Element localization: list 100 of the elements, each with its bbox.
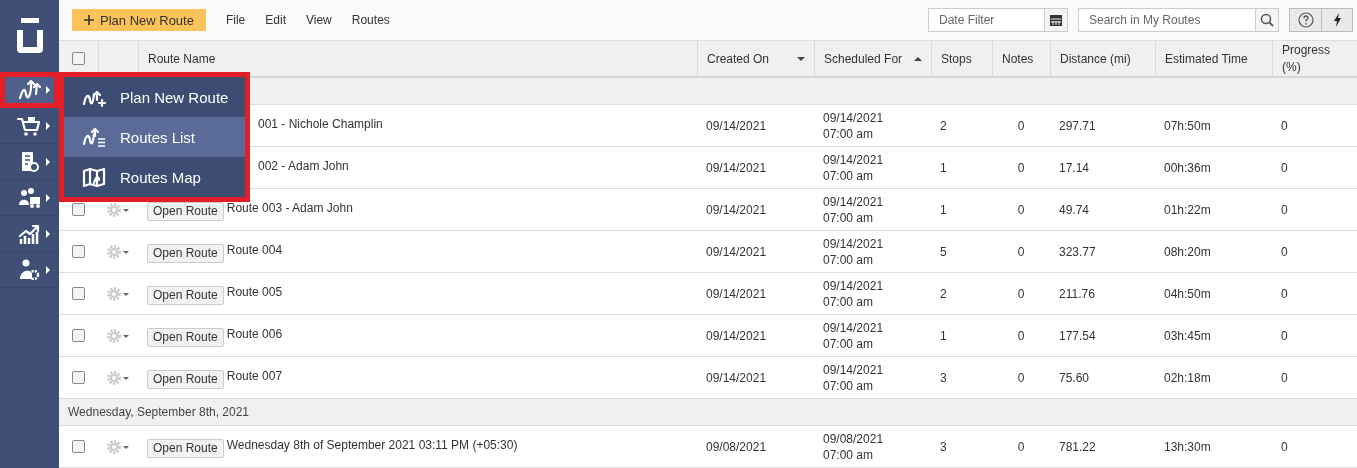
menu-item[interactable]: File	[215, 13, 256, 27]
table-cell: 781.22	[1059, 439, 1096, 454]
menu-item[interactable]: Edit	[255, 13, 296, 27]
select-all-checkbox[interactable]	[72, 52, 85, 65]
row-checkbox[interactable]	[72, 440, 85, 453]
help-button[interactable]	[1289, 8, 1321, 32]
gear-icon	[106, 201, 130, 218]
row-actions-button[interactable]	[106, 201, 130, 218]
row-checkbox[interactable]	[72, 287, 85, 300]
open-route-button[interactable]: Open Route	[147, 438, 224, 458]
open-route-button[interactable]: Open Route	[147, 369, 224, 389]
table-cell-text: 07:00 am	[823, 125, 875, 142]
column-header[interactable]: Estimated Time	[1165, 51, 1248, 66]
table-cell: 0	[1017, 286, 1025, 301]
column-header[interactable]: Distance (mi)	[1060, 51, 1131, 66]
table-cell-text: 07:00 am	[823, 335, 875, 352]
calendar-button[interactable]	[1044, 8, 1068, 32]
table-cell: 09/08/2021	[823, 430, 884, 447]
menu-item[interactable]: Routes List	[64, 117, 245, 157]
route-name: Route 007	[226, 368, 283, 383]
gear-icon	[106, 327, 130, 344]
table-cell: 177.54	[1059, 328, 1096, 343]
gear-icon	[106, 438, 130, 455]
table-cell: 13h:30m	[1164, 439, 1211, 454]
table-cell-text: 07:00 am	[823, 293, 875, 310]
table-cell: 1	[940, 202, 947, 217]
table-cell: 323.77	[1059, 244, 1096, 259]
caret-icon	[45, 265, 50, 274]
lightning-icon	[1332, 13, 1342, 27]
table-cell: 09/14/2021	[706, 370, 767, 385]
table-cell: 07h:50m	[1164, 118, 1211, 133]
gear-icon	[106, 285, 130, 302]
table-cell: 49.74	[1059, 202, 1090, 217]
table-cell: 0	[1017, 118, 1025, 133]
table-cell: 0	[1017, 370, 1025, 385]
table-cell: 09/14/2021	[706, 202, 767, 217]
open-route-button[interactable]: Open Route	[147, 201, 224, 221]
route-name: Wednesday 8th of September 2021 03:11 PM (+05:30)	[226, 437, 518, 452]
menu-item[interactable]: View	[296, 13, 342, 27]
table-cell-text: 07:00 am	[823, 377, 875, 394]
row-checkbox[interactable]	[72, 329, 85, 342]
table-cell-text: 07:00 am	[823, 209, 875, 226]
table-cell-text: 07:00 am	[823, 446, 875, 463]
map-route-icon	[82, 166, 106, 188]
table-cell: 09/14/2021	[823, 361, 884, 378]
caret-icon	[45, 121, 50, 130]
table-cell: 211.76	[1059, 286, 1095, 301]
table-cell-text: 07:00 am	[823, 167, 875, 184]
table-cell: 0	[1017, 328, 1025, 343]
menu-item[interactable]: Routes	[341, 13, 400, 27]
search-field[interactable]: Search in My Routes	[1078, 8, 1255, 32]
column-header[interactable]: Progress (%)	[1282, 41, 1342, 76]
caret-icon	[45, 229, 50, 238]
table-cell: 1	[940, 160, 947, 175]
plan-new-route-button[interactable]: Plan New Route	[72, 9, 206, 31]
table-cell: 0	[1281, 370, 1288, 385]
table-cell: 0	[1281, 439, 1288, 454]
open-route-button[interactable]: Open Route	[147, 285, 224, 305]
table-cell: 0	[1281, 286, 1288, 301]
date-filter-field[interactable]: Date Filter	[928, 8, 1044, 32]
caret-icon	[45, 157, 50, 166]
table-cell: 75.60	[1059, 370, 1090, 385]
table-cell: 04h:50m	[1164, 286, 1211, 301]
table-cell: 00h:36m	[1164, 160, 1211, 175]
column-header[interactable]: Created On	[707, 51, 770, 66]
calendar-icon	[1050, 14, 1062, 26]
table-cell: 0	[1017, 160, 1025, 175]
row-checkbox[interactable]	[72, 203, 85, 216]
table-cell: 09/14/2021	[823, 235, 884, 252]
route-name: 002 - Adam John	[258, 158, 349, 173]
route-name: 001 - Nichole Champlin	[258, 116, 383, 131]
table-cell: 2	[940, 118, 947, 133]
gear-icon	[106, 369, 130, 386]
row-checkbox[interactable]	[72, 371, 85, 384]
table-cell: 09/14/2021	[706, 160, 767, 175]
table-cell: 09/14/2021	[706, 244, 767, 259]
group-header: Wednesday, September 8th, 2021	[68, 405, 249, 419]
sort-descending-icon[interactable]	[797, 56, 805, 61]
route-name: Route 006	[226, 326, 283, 341]
route-list-icon	[82, 126, 106, 148]
table-cell: 0	[1281, 328, 1288, 343]
table-cell: 2	[940, 286, 947, 301]
search-button[interactable]	[1255, 8, 1279, 32]
sidebar-item[interactable]	[0, 72, 59, 108]
table-cell: 5	[940, 244, 947, 259]
search-icon	[1260, 13, 1274, 27]
row-checkbox[interactable]	[72, 245, 85, 258]
column-header[interactable]: Stops	[941, 51, 972, 66]
table-cell: 09/14/2021	[706, 328, 767, 343]
open-route-button[interactable]: Open Route	[147, 327, 224, 347]
route-name: Route 004	[226, 242, 283, 257]
gear-icon	[106, 243, 130, 260]
column-header[interactable]: Scheduled For	[824, 51, 903, 66]
column-header[interactable]: Route Name	[148, 51, 216, 66]
open-route-button[interactable]: Open Route	[147, 243, 224, 263]
lightning-button[interactable]	[1321, 8, 1353, 32]
column-header[interactable]: Notes	[1002, 51, 1034, 66]
table-cell: 0	[1017, 202, 1025, 217]
table-cell: 0	[1281, 118, 1288, 133]
sort-ascending-icon[interactable]	[914, 56, 922, 61]
